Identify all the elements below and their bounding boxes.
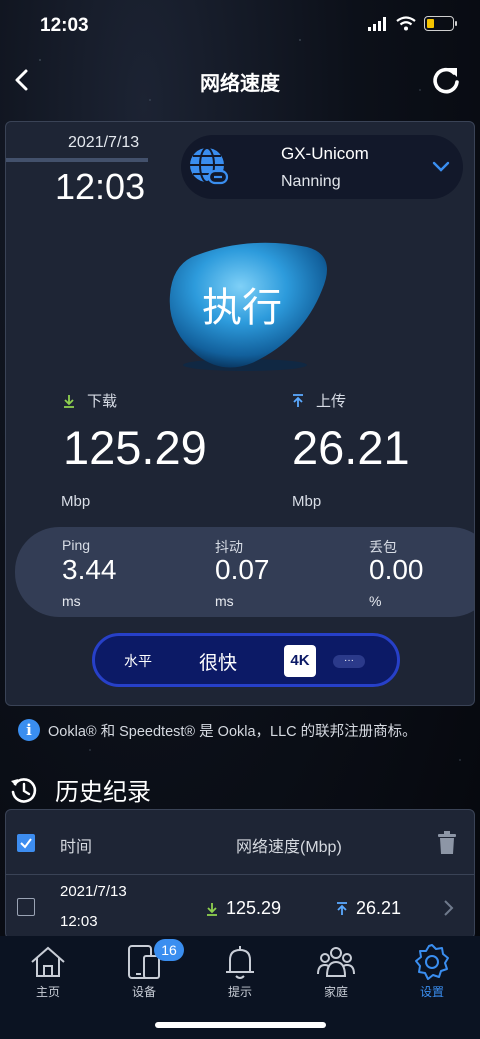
download-value: 125.29 [63, 421, 207, 474]
server-name: GX-Unicom [281, 144, 369, 163]
latency-panel: Ping 3.44 ms 抖动 0.07 ms 丢包 0.00 % [15, 527, 474, 617]
tab-alerts-label: 提示 [227, 985, 252, 999]
row-upload: 26.21 [336, 898, 401, 919]
gear-icon [415, 944, 449, 980]
refresh-icon[interactable] [428, 62, 464, 98]
test-date: 2021/7/13 [68, 134, 140, 151]
ping-value: 3.44 [62, 554, 117, 585]
status-time: 12:03 [40, 15, 89, 36]
column-speed: 网络速度(Mbp) [236, 839, 342, 856]
tab-devices-label: 设备 [131, 985, 156, 999]
devices-count-badge: 16 [154, 939, 184, 961]
date-divider [6, 158, 148, 162]
tab-devices[interactable]: 16 设备 [96, 936, 192, 1006]
download-arrow-icon [207, 902, 217, 916]
rating-level-label: 水平 [124, 653, 152, 669]
ping-label: Ping [62, 537, 91, 553]
upload-arrow-icon [337, 901, 347, 915]
server-selector[interactable]: GX-Unicom Nanning [181, 135, 463, 199]
select-all-checkbox[interactable] [17, 834, 35, 852]
download-label: 下载 [63, 390, 117, 411]
4k-badge: 4K [284, 645, 316, 677]
family-icon [317, 947, 355, 977]
jitter-value: 0.07 [215, 554, 270, 585]
row-download: 125.29 [206, 898, 281, 919]
chevron-down-icon [432, 161, 450, 172]
download-unit: Mbp [61, 493, 91, 510]
column-time: 时间 [60, 839, 93, 856]
packet-loss-value: 0.00 [369, 554, 424, 585]
rating-speed-label: 很快 [199, 653, 238, 674]
upload-value: 26.21 [292, 421, 410, 474]
tab-settings-label: 设置 [419, 985, 444, 999]
test-time: 12:03 [55, 166, 146, 207]
signal-icon [368, 16, 386, 31]
tab-alerts[interactable]: 提示 [192, 936, 288, 1006]
home-indicator [155, 1022, 326, 1028]
tab-home-label: 主页 [35, 985, 60, 999]
more-icon[interactable]: ··· [333, 655, 365, 668]
tab-family[interactable]: 家庭 [288, 936, 384, 1006]
status-icons [368, 16, 457, 31]
history-clock-icon [11, 777, 37, 803]
row-date: 2021/7/13 [60, 883, 127, 900]
row-upload-value: 26.21 [356, 898, 402, 918]
row-time: 12:03 [60, 913, 98, 930]
tab-home[interactable]: 主页 [0, 936, 96, 1006]
info-icon: i [18, 719, 40, 741]
history-header: 历史纪录 [9, 772, 151, 807]
checkmark-icon [20, 838, 32, 849]
speed-test-card: 2021/7/13 12:03 GX-Unicom Nanning 执行 下载 … [5, 121, 475, 706]
trash-icon[interactable] [437, 831, 457, 855]
globe-link-icon [190, 147, 229, 185]
speed-rating-pill[interactable]: 水平 很快 4K ··· [92, 633, 400, 687]
tab-family-label: 家庭 [323, 985, 348, 999]
tab-settings[interactable]: 设置 [384, 936, 480, 1006]
trademark-notice: i Ookla® 和 Speedtest® 是 Ookla，LLC 的联邦注册商… [18, 719, 417, 741]
go-button[interactable]: 执行 [162, 235, 332, 375]
page-title: 网络速度 [200, 73, 280, 95]
history-table: 时间 网络速度(Mbp) 2021/7/13 12:03 125.29 26.2… [5, 809, 475, 939]
history-title: 历史纪录 [55, 779, 151, 806]
history-table-header: 时间 网络速度(Mbp) [6, 810, 474, 875]
wifi-icon [396, 16, 416, 31]
upload-unit: Mbp [292, 493, 322, 510]
battery-icon [424, 16, 457, 31]
server-city: Nanning [281, 173, 341, 190]
upload-label-text: 上传 [316, 393, 347, 410]
download-label-text: 下载 [87, 393, 118, 410]
trademark-text: Ookla® 和 Speedtest® 是 Ookla，LLC 的联邦注册商标。 [48, 723, 417, 740]
bell-icon [226, 946, 254, 979]
chevron-right-icon[interactable] [442, 898, 456, 918]
upload-label: 上传 [292, 390, 346, 411]
row-download-value: 125.29 [226, 898, 282, 918]
packet-loss-unit: % [369, 593, 382, 609]
status-bar: 12:03 [0, 0, 480, 52]
upload-arrow-icon [293, 393, 303, 407]
nav-header: 网络速度 [0, 56, 480, 104]
home-icon [31, 946, 65, 977]
download-arrow-icon [64, 394, 74, 408]
ping-unit: ms [62, 593, 81, 609]
jitter-unit: ms [215, 593, 234, 609]
go-label: 执行 [202, 285, 282, 331]
row-checkbox[interactable] [17, 898, 35, 916]
